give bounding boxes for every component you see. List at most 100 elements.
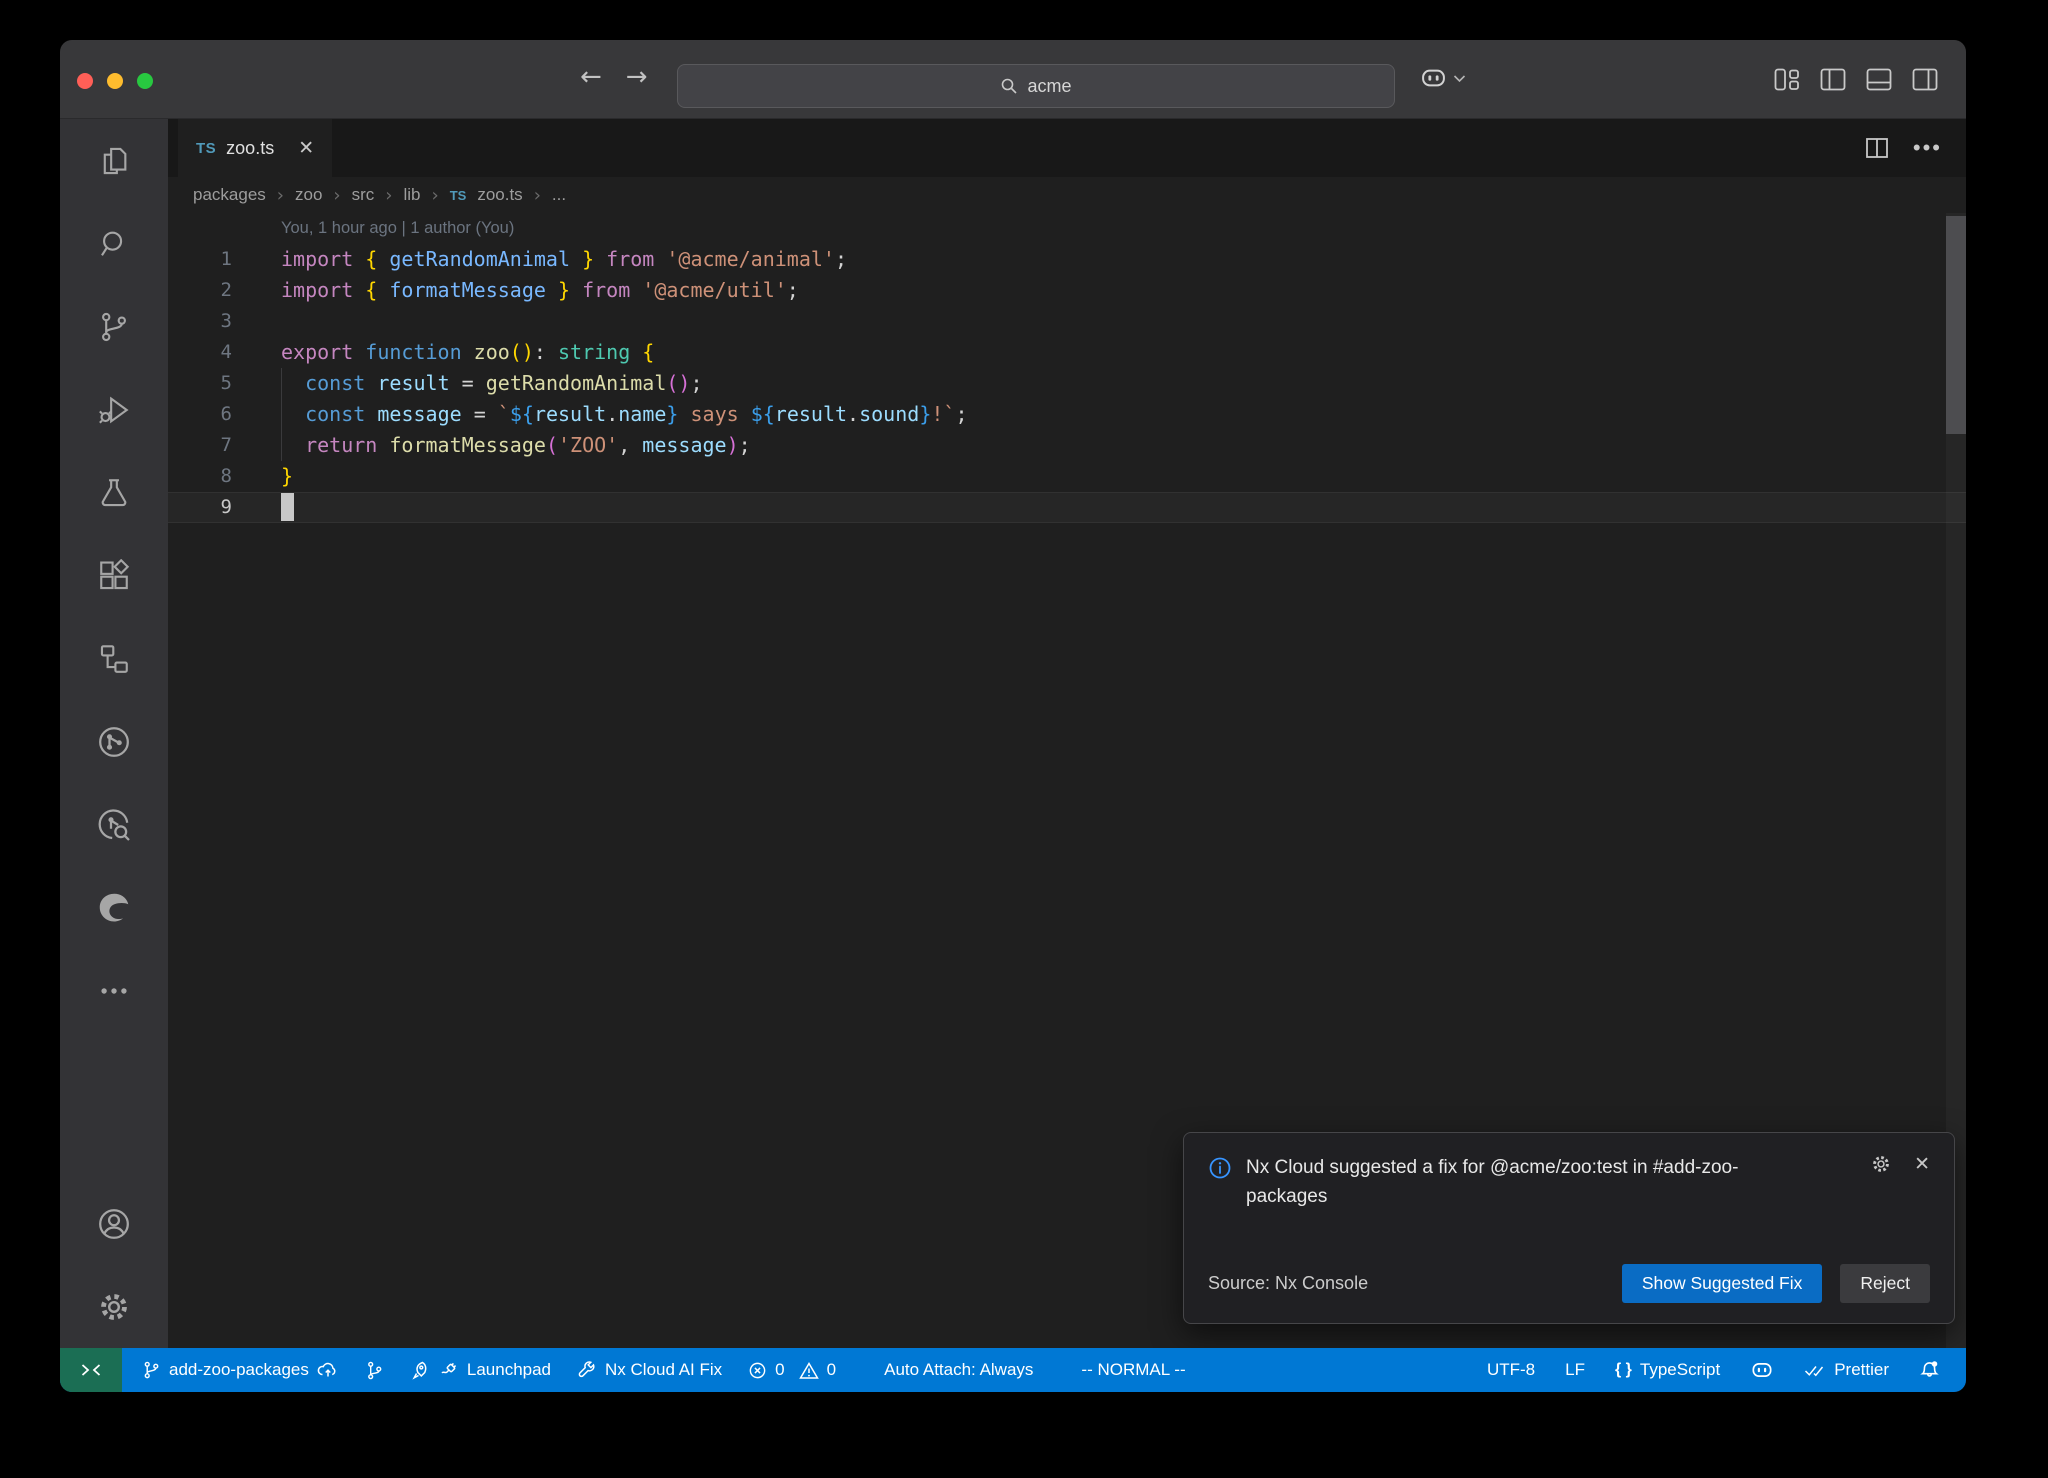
line-number: 8: [168, 461, 232, 492]
code-text: [232, 306, 281, 337]
encoding-status[interactable]: UTF-8: [1487, 1360, 1535, 1380]
tab-label: zoo.ts: [226, 138, 274, 159]
status-bar: add-zoo-packages: [60, 1348, 1966, 1392]
notifications-bell-icon[interactable]: [1919, 1360, 1940, 1381]
code-line-6[interactable]: 6 const message = `${result.name} says $…: [168, 399, 1966, 430]
wrench-icon: [577, 1360, 597, 1380]
testing-icon[interactable]: [60, 451, 168, 534]
window-controls: [77, 73, 153, 89]
code-text: import { getRandomAnimal } from '@acme/a…: [232, 244, 847, 275]
code-line-3[interactable]: 3: [168, 306, 1966, 337]
command-center-text: acme: [1027, 76, 1071, 97]
problems-status[interactable]: 0 0: [748, 1360, 836, 1380]
remote-indicator[interactable]: [60, 1348, 122, 1392]
vscode-window: ← → acme: [60, 40, 1966, 1392]
split-editor-icon[interactable]: [1865, 137, 1889, 159]
breadcrumb-file[interactable]: zoo.ts: [477, 185, 522, 205]
notification-settings-gear-icon[interactable]: [1870, 1153, 1892, 1175]
explorer-icon[interactable]: [60, 119, 168, 202]
code-text: const result = getRandomAnimal();: [232, 368, 703, 399]
git-branch-status[interactable]: add-zoo-packages: [142, 1360, 339, 1380]
settings-gear-icon[interactable]: [60, 1265, 168, 1348]
errors-icon: [748, 1361, 767, 1380]
toggle-secondary-sidebar-icon[interactable]: [1912, 68, 1938, 91]
code-line-7[interactable]: 7 return formatMessage('ZOO', message);: [168, 430, 1966, 461]
gitlens-blame-annotation[interactable]: You, 1 hour ago | 1 author (You): [168, 213, 1966, 244]
toggle-primary-sidebar-icon[interactable]: [1820, 68, 1846, 91]
navigate-back-button[interactable]: ←: [580, 62, 602, 92]
auto-attach-status[interactable]: Auto Attach: Always: [884, 1360, 1033, 1380]
launchpad-status[interactable]: Launchpad: [410, 1360, 551, 1381]
notification-source: Source: Nx Console: [1208, 1273, 1368, 1294]
search-icon: [1000, 77, 1018, 95]
breadcrumb-lib[interactable]: lib: [403, 185, 420, 205]
copilot-status[interactable]: [1750, 1360, 1774, 1380]
breadcrumb-src[interactable]: src: [352, 185, 375, 205]
braces-icon: { }: [1615, 1361, 1632, 1379]
hierarchy-view-icon[interactable]: [60, 617, 168, 700]
chevron-right-icon: ›: [277, 185, 284, 206]
toggle-panel-icon[interactable]: [1866, 68, 1892, 91]
additional-views-icon[interactable]: [60, 949, 168, 1032]
nx-console-icon[interactable]: [60, 700, 168, 783]
chevron-right-icon: ›: [385, 185, 392, 206]
run-debug-icon[interactable]: [60, 368, 168, 451]
chevron-down-icon[interactable]: [1453, 74, 1466, 83]
activity-bar: [60, 119, 168, 1348]
chevron-right-icon: ›: [432, 185, 439, 206]
line-number: 2: [168, 275, 232, 306]
eol-status[interactable]: LF: [1565, 1360, 1585, 1380]
code-line-5[interactable]: 5 const result = getRandomAnimal();: [168, 368, 1966, 399]
breadcrumb-zoo[interactable]: zoo: [295, 185, 322, 205]
plug-icon: [439, 1360, 459, 1380]
line-number: 4: [168, 337, 232, 368]
close-window-button[interactable]: [77, 73, 93, 89]
formatter-status[interactable]: Prettier: [1804, 1360, 1889, 1380]
notification-toast: Nx Cloud suggested a fix for @acme/zoo:t…: [1183, 1132, 1955, 1324]
customize-layout-icon[interactable]: [1774, 68, 1800, 91]
vim-mode-status[interactable]: -- NORMAL --: [1081, 1360, 1185, 1380]
indent-guide: [281, 368, 282, 461]
tab-zoo-ts[interactable]: TS zoo.ts ✕: [178, 119, 332, 177]
title-bar: ← → acme: [60, 40, 1966, 119]
code-line-2[interactable]: 2import { formatMessage } from '@acme/ut…: [168, 275, 1966, 306]
reject-button[interactable]: Reject: [1840, 1264, 1930, 1303]
code-line-1[interactable]: 1import { getRandomAnimal } from '@acme/…: [168, 244, 1966, 275]
double-check-icon: [1804, 1361, 1826, 1379]
code-line-9[interactable]: 9: [168, 492, 1966, 523]
line-number: 1: [168, 244, 232, 275]
show-suggested-fix-button[interactable]: Show Suggested Fix: [1622, 1264, 1823, 1303]
code-lines: 1import { getRandomAnimal } from '@acme/…: [168, 244, 1966, 523]
minimize-window-button[interactable]: [107, 73, 123, 89]
zoom-window-button[interactable]: [137, 73, 153, 89]
nx-cloud-ai-fix-status[interactable]: Nx Cloud AI Fix: [577, 1360, 722, 1380]
editor-actions-more-icon[interactable]: •••: [1913, 143, 1942, 153]
line-number: 7: [168, 430, 232, 461]
search-view-icon[interactable]: [60, 202, 168, 285]
commit-graph-status[interactable]: [365, 1360, 384, 1381]
code-line-8[interactable]: 8}: [168, 461, 1966, 492]
typescript-file-icon: TS: [450, 188, 467, 203]
tab-close-icon[interactable]: ✕: [298, 137, 314, 159]
code-line-4[interactable]: 4export function zoo(): string {: [168, 337, 1966, 368]
extensions-icon[interactable]: [60, 534, 168, 617]
rocket-icon: [410, 1360, 431, 1381]
copilot-icon[interactable]: [1420, 66, 1447, 90]
navigate-forward-button[interactable]: →: [626, 62, 648, 92]
code-text: import { formatMessage } from '@acme/uti…: [232, 275, 799, 306]
language-mode-status[interactable]: { } TypeScript: [1615, 1360, 1720, 1380]
nx-project-graph-icon[interactable]: [60, 783, 168, 866]
edge-tools-icon[interactable]: [60, 866, 168, 949]
breadcrumb-symbol-ellipsis[interactable]: ...: [552, 185, 566, 205]
editor-scrollbar-thumb[interactable]: [1946, 216, 1966, 434]
line-number: 5: [168, 368, 232, 399]
notification-close-icon[interactable]: ✕: [1914, 1153, 1930, 1175]
line-number: 3: [168, 306, 232, 337]
command-center[interactable]: acme: [677, 64, 1395, 108]
publish-cloud-icon: [317, 1361, 339, 1379]
code-text: [232, 492, 294, 523]
breadcrumb-packages[interactable]: packages: [193, 185, 266, 205]
accounts-icon[interactable]: [60, 1182, 168, 1265]
line-number: 9: [168, 492, 232, 523]
source-control-icon[interactable]: [60, 285, 168, 368]
